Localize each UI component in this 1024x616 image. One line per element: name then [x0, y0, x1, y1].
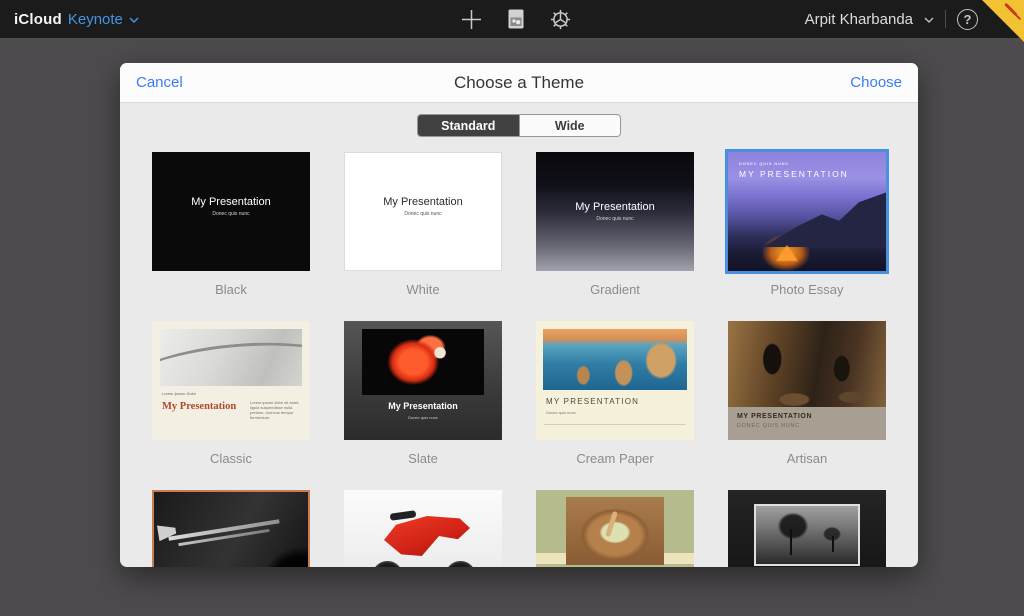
thumb-title: MY PRESENTATION	[739, 169, 849, 179]
tab-wide[interactable]: Wide	[519, 115, 621, 136]
choose-theme-dialog: Cancel Choose a Theme Choose Standard Wi…	[120, 63, 918, 567]
thumb-title: My Presentation	[162, 401, 236, 412]
icloud-brand[interactable]: iCloud	[14, 11, 62, 28]
topbar-user-area: Arpit Kharbanda ?	[805, 0, 978, 38]
theme-cell: My Presentation Donec quis nunc Gradient	[536, 152, 694, 298]
thumb-body-text: Lorem ipsum dolor sit amet, ligula suspe…	[250, 400, 300, 420]
thumb-text: My Presentation Donec quis nunc	[345, 196, 501, 217]
tab-standard[interactable]: Standard	[418, 115, 519, 136]
parrot-photo	[362, 329, 484, 395]
thumb-title: My Presentation	[345, 196, 501, 208]
thumb-title: My Presentation	[152, 196, 310, 208]
help-button[interactable]: ?	[957, 9, 978, 30]
dialog-title: Choose a Theme	[120, 73, 918, 93]
motorcycle-body	[384, 516, 470, 556]
picture-frame	[754, 504, 860, 566]
thumb-title: MY PRESENTATION	[737, 413, 877, 420]
theme-thumb-food-bowl-photo[interactable]	[536, 490, 694, 567]
motorcycle-wheel	[445, 561, 476, 567]
topbar-actions	[460, 0, 572, 38]
thumb-text: DONEC QUIS NUNC MY PRESENTATION	[739, 161, 849, 179]
theme-label: White	[344, 282, 502, 298]
choose-button[interactable]: Choose	[850, 74, 902, 91]
new-presentation-icon[interactable]	[460, 8, 483, 31]
theme-thumb-trumpet-photo[interactable]	[152, 490, 310, 567]
thumb-subtitle: Donec quis nunc	[536, 216, 694, 222]
theme-cell	[344, 490, 502, 567]
theme-cell: Lorem Ipsum Dolor My Presentation Lorem …	[152, 321, 310, 467]
app-name[interactable]: Keynote	[68, 11, 123, 28]
theme-thumb-photo-essay[interactable]: DONEC QUIS NUNC MY PRESENTATION	[728, 152, 886, 271]
theme-cell: My Presentation Donec quis nunc Slate	[344, 321, 502, 467]
theme-cell: MY PRESENTATION Donec quis nunc Cream Pa…	[536, 321, 694, 467]
thumb-subtitle: Donec quis nunc	[152, 211, 310, 217]
topbar: iCloud Keynote Arpit Kharbanda	[0, 0, 1024, 38]
open-document-icon[interactable]	[506, 8, 526, 30]
thumb-subtitle: DONEC QUIS NUNC	[737, 423, 877, 429]
coast-photo	[543, 329, 687, 390]
food-photo	[566, 497, 664, 565]
theme-label: Slate	[344, 451, 502, 467]
theme-label: Photo Essay	[728, 282, 886, 298]
rule-line	[544, 424, 686, 425]
thumb-text: My Presentation Donec quis nunc	[536, 201, 694, 222]
theme-thumb-black[interactable]: My Presentation Donec quis nunc	[152, 152, 310, 271]
theme-cell: MY PRESENTATION DONEC QUIS NUNC Artisan	[728, 321, 886, 467]
wooden-spoon	[605, 511, 618, 537]
theme-thumb-slate[interactable]: My Presentation Donec quis nunc	[344, 321, 502, 440]
theme-thumb-gradient[interactable]: My Presentation Donec quis nunc	[536, 152, 694, 271]
app-switcher[interactable]: iCloud Keynote	[14, 0, 139, 38]
theme-thumb-classic[interactable]: Lorem Ipsum Dolor My Presentation Lorem …	[152, 321, 310, 440]
theme-label: Gradient	[536, 282, 694, 298]
corner-ribbon-badge	[982, 0, 1024, 42]
motorcycle-seat	[390, 510, 417, 521]
theme-cell	[152, 490, 310, 567]
slide-size-segmented-control: Standard Wide	[417, 114, 621, 137]
theme-thumb-artisan[interactable]: MY PRESENTATION DONEC QUIS NUNC	[728, 321, 886, 440]
theme-cell	[728, 490, 886, 567]
dialog-header: Cancel Choose a Theme Choose	[120, 63, 918, 103]
tree-trunk	[790, 529, 792, 555]
user-menu[interactable]: Arpit Kharbanda	[805, 11, 913, 28]
cancel-button[interactable]: Cancel	[136, 74, 183, 91]
theme-cell: My Presentation Donec quis nunc White	[344, 152, 502, 298]
thumb-subtitle: Donec quis nunc	[546, 410, 576, 415]
theme-label: Artisan	[728, 451, 886, 467]
theme-label: Cream Paper	[536, 451, 694, 467]
divider	[945, 10, 946, 28]
theme-thumb-motorcycle-photo[interactable]	[344, 490, 502, 567]
settings-gear-icon[interactable]	[549, 8, 572, 31]
thumb-title: MY PRESENTATION	[546, 397, 639, 406]
motorcycle-wheel	[372, 561, 403, 567]
theme-cell	[536, 490, 694, 567]
thumb-subtitle: Donec quis nunc	[345, 211, 501, 217]
theme-cell: My Presentation Donec quis nunc Black	[152, 152, 310, 298]
thumb-subtitle: Donec quis nunc	[344, 415, 502, 420]
thumb-eyebrow: DONEC QUIS NUNC	[739, 161, 849, 166]
thumb-text: My Presentation Donec quis nunc	[152, 196, 310, 217]
thumb-caption: Lorem Ipsum Dolor	[162, 391, 196, 396]
bridge-curve	[160, 333, 302, 386]
chevron-down-icon	[129, 11, 139, 29]
thumb-text-band: MY PRESENTATION DONEC QUIS NUNC	[728, 407, 886, 440]
theme-thumb-cream-paper[interactable]: MY PRESENTATION Donec quis nunc	[536, 321, 694, 440]
theme-cell: DONEC QUIS NUNC MY PRESENTATION Photo Es…	[728, 152, 886, 298]
thumb-title: My Presentation	[344, 401, 502, 411]
theme-thumb-framed-landscape-photo[interactable]	[728, 490, 886, 567]
chevron-down-icon	[924, 11, 934, 29]
theme-grid: My Presentation Donec quis nunc Black My…	[152, 152, 886, 567]
thumb-title: My Presentation	[536, 201, 694, 213]
theme-label: Black	[152, 282, 310, 298]
tree-silhouette	[776, 511, 810, 541]
bridge-photo	[160, 329, 302, 386]
theme-thumb-white[interactable]: My Presentation Donec quis nunc	[344, 152, 502, 271]
theme-label: Classic	[152, 451, 310, 467]
tree-trunk	[832, 536, 834, 552]
